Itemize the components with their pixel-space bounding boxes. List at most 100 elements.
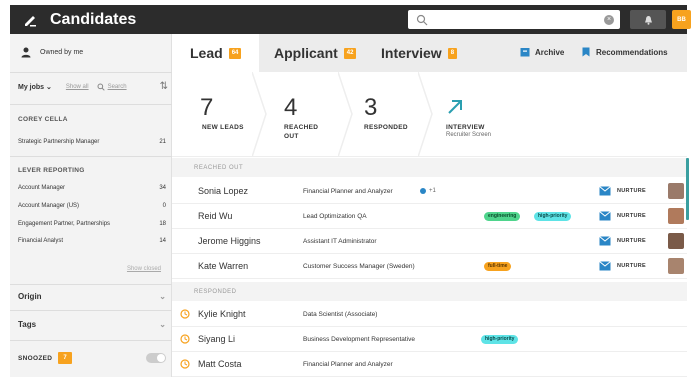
archive-link[interactable]: Archive: [520, 47, 564, 57]
pen-logo-icon[interactable]: [20, 10, 40, 30]
candidate-row[interactable]: Sonia Lopez Financial Planner and Analyz…: [172, 179, 687, 204]
nurture-status: NURTURE: [599, 186, 646, 196]
nurture-status: NURTURE: [599, 261, 646, 271]
candidate-row[interactable]: Jerome Higgins Assistant IT Administrato…: [172, 229, 687, 254]
my-jobs-dropdown[interactable]: My jobs ⌄: [18, 83, 52, 91]
clock-icon: [180, 359, 190, 369]
scrollbar[interactable]: [686, 158, 689, 220]
bookmark-icon: [582, 47, 590, 57]
chevron-separator-icon: [252, 72, 267, 157]
stage-responded[interactable]: 3 RESPONDED: [354, 72, 418, 157]
jobs-search-link[interactable]: Search: [97, 83, 127, 91]
job-count: 21: [159, 139, 166, 145]
sidebar-job-item[interactable]: Financial Analyst 14: [18, 238, 166, 244]
snoozed-toggle[interactable]: [146, 353, 166, 363]
job-count: 18: [159, 221, 166, 227]
sidebar-job-item[interactable]: Engagement Partner, Partnerships 18: [18, 221, 166, 227]
show-closed-link[interactable]: Show closed: [127, 266, 161, 272]
candidate-name: Sonia Lopez: [198, 186, 249, 196]
nurture-status: NURTURE: [599, 236, 646, 246]
page-title: Candidates: [50, 10, 137, 28]
divider: [10, 310, 172, 311]
sort-icon[interactable]: ⇅: [160, 81, 168, 92]
user-avatar[interactable]: BB: [672, 10, 691, 29]
extra-count: +1: [429, 188, 436, 194]
notifications-button[interactable]: [630, 10, 666, 29]
archive-label: Archive: [535, 47, 565, 57]
search-box[interactable]: ×: [408, 10, 620, 29]
candidate-avatar: [668, 183, 684, 199]
tab-interview[interactable]: Interview 8: [381, 34, 458, 72]
tags-filter[interactable]: Tags ⌄: [18, 320, 166, 329]
tab-applicant[interactable]: Applicant 42: [274, 34, 357, 72]
candidate-row[interactable]: Siyang Li Business Development Represent…: [172, 327, 687, 352]
recommendations-label: Recommendations: [596, 47, 668, 57]
chevron-down-icon: ⌄: [159, 292, 166, 301]
job-label: Account Manager: [18, 185, 66, 191]
candidate-avatar: [668, 233, 684, 249]
sidebar-job-item[interactable]: Strategic Partnership Manager 21: [18, 139, 166, 145]
dot-icon: [420, 188, 426, 194]
tab-count-badge: 64: [228, 47, 242, 59]
stage-label: RESPONDED: [364, 124, 408, 131]
candidate-name: Kylie Knight: [198, 309, 246, 319]
job-count: 34: [159, 185, 166, 191]
stage-count: 4: [284, 94, 298, 121]
sidebar-job-item[interactable]: Account Manager 34: [18, 185, 166, 191]
origin-label: Origin: [18, 292, 42, 301]
snoozed-count-badge: 7: [58, 352, 73, 364]
stage-new-leads[interactable]: 7 NEW LEADS: [172, 72, 252, 157]
tab-label: Lead: [190, 45, 223, 61]
candidate-name: Matt Costa: [198, 359, 242, 369]
divider: [10, 72, 172, 73]
stage-interview[interactable]: INTERVIEW Recruiter Screen: [434, 72, 544, 157]
status-label: NURTURE: [617, 263, 646, 269]
tab-lead[interactable]: Lead 64: [172, 34, 259, 72]
nurture-status: NURTURE: [599, 211, 646, 221]
candidate-row[interactable]: Kate Warren Customer Success Manager (Sw…: [172, 254, 687, 279]
section-heading: COREY CELLA: [18, 116, 68, 123]
stage-label: NEW LEADS: [202, 124, 244, 131]
status-label: NURTURE: [617, 238, 646, 244]
owned-by-filter[interactable]: Owned by me: [20, 46, 83, 58]
stage-label: INTERVIEW: [446, 124, 485, 131]
divider: [10, 340, 172, 341]
search-icon: [416, 14, 428, 25]
search-icon: [97, 83, 105, 91]
tab-count-badge: 42: [343, 47, 357, 59]
recommendations-link[interactable]: Recommendations: [581, 47, 668, 57]
section-heading: LEVER REPORTING: [18, 167, 85, 174]
tag-badge: engineering: [484, 211, 521, 221]
job-count: 14: [159, 238, 166, 244]
show-all-link[interactable]: Show all: [66, 84, 89, 90]
candidate-title: Financial Planner and Analyzer: [303, 187, 393, 195]
candidate-row[interactable]: Kylie Knight Data Scientist (Associate): [172, 302, 687, 327]
my-jobs-label: My jobs: [18, 83, 45, 91]
job-label: Financial Analyst: [18, 238, 64, 244]
person-icon: [21, 47, 31, 58]
snoozed-row: SNOOZED 7: [18, 352, 166, 364]
clock-icon: [180, 309, 190, 319]
arrow-up-right-icon: [448, 100, 462, 114]
candidate-row[interactable]: Matt Costa Financial Planner and Analyze…: [172, 352, 687, 377]
tab-label: Interview: [381, 45, 442, 61]
stage-tabs: Lead 64 Applicant 42 Interview 8 Archive…: [172, 34, 687, 72]
search-input[interactable]: [432, 11, 604, 28]
sidebar-job-item[interactable]: Account Manager (US) 0: [18, 203, 166, 209]
snoozed-label: SNOOZED: [18, 354, 53, 362]
candidate-title: Business Development Representative: [303, 335, 416, 343]
group-heading-reached-out: REACHED OUT: [172, 158, 687, 177]
stage-reached-out[interactable]: 4 REACHED OUT: [268, 72, 338, 157]
mail-icon: [599, 211, 611, 221]
pipeline-stages: 7 NEW LEADS 4 REACHED OUT 3 RESPONDED IN…: [172, 72, 687, 157]
candidate-row[interactable]: Reid Wu Lead Optimization QA engineering…: [172, 204, 687, 229]
job-count: 0: [162, 203, 166, 209]
tab-count-badge: 8: [447, 47, 458, 59]
mail-icon: [599, 236, 611, 246]
clear-search-icon[interactable]: ×: [604, 14, 614, 25]
candidate-name: Jerome Higgins: [198, 236, 261, 246]
origin-filter[interactable]: Origin ⌄: [18, 292, 166, 301]
tag-badge: full-time: [484, 261, 512, 271]
tags-label: Tags: [18, 320, 37, 329]
candidate-avatar: [668, 258, 684, 274]
